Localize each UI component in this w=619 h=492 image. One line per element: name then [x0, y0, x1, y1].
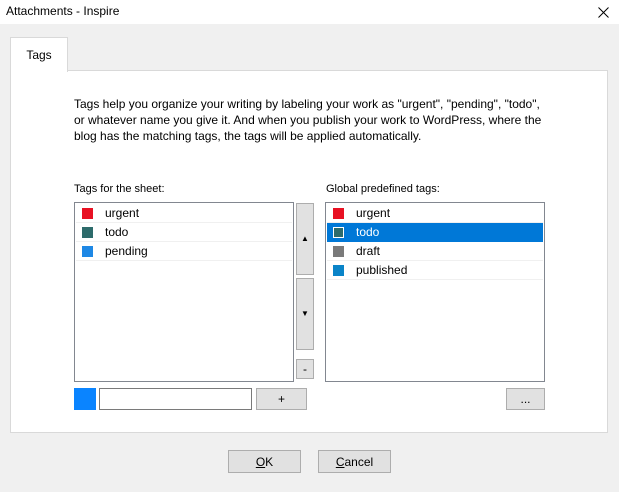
sheet-tag-label: todo	[105, 225, 129, 239]
ok-button-label: OK	[255, 454, 274, 469]
close-icon	[598, 6, 609, 18]
tag-color-swatch	[82, 245, 93, 257]
tag-color-swatch	[333, 245, 344, 257]
sheet-tag-item-todo[interactable]: todo	[76, 223, 292, 242]
global-tag-item-draft[interactable]: draft	[327, 242, 543, 261]
tag-color-swatch	[82, 226, 93, 238]
close-button[interactable]	[588, 0, 619, 24]
global-tag-label: todo	[356, 225, 380, 239]
tab-tags[interactable]: Tags	[10, 37, 68, 72]
global-tag-item-urgent[interactable]: urgent	[327, 204, 543, 223]
sheet-tags-list[interactable]: urgent todo pending	[74, 202, 294, 382]
ok-button[interactable]: OK	[228, 450, 301, 473]
move-down-button[interactable]: ▼	[296, 278, 314, 350]
tab-tags-label: Tags	[26, 48, 52, 62]
tag-color-swatch	[333, 226, 344, 238]
global-tags-label: Global predefined tags:	[326, 183, 440, 195]
remove-tag-label: -	[303, 362, 307, 376]
triangle-up-icon: ▲	[301, 234, 309, 243]
window-title: Attachments - Inspire	[6, 4, 120, 18]
sheet-tags-label: Tags for the sheet:	[74, 183, 165, 195]
more-button-label: ...	[520, 392, 531, 406]
global-tag-label: urgent	[356, 206, 391, 220]
global-tag-item-published[interactable]: published	[327, 261, 543, 280]
tag-color-swatch	[82, 207, 93, 219]
sheet-tag-item-urgent[interactable]: urgent	[76, 204, 292, 223]
cancel-button-label: Cancel	[335, 454, 374, 469]
global-tag-label: draft	[356, 244, 381, 258]
global-tag-label: published	[356, 263, 408, 277]
remove-tag-button[interactable]: -	[296, 359, 314, 379]
new-tag-input[interactable]	[99, 388, 252, 410]
triangle-down-icon: ▼	[301, 309, 309, 318]
tag-color-swatch	[333, 207, 344, 219]
add-tag-button[interactable]: +	[256, 388, 307, 410]
add-tag-label: +	[277, 392, 285, 406]
move-up-button[interactable]: ▲	[296, 203, 314, 275]
global-tags-list[interactable]: urgent todo draft published	[325, 202, 545, 382]
sheet-tag-label: urgent	[105, 206, 140, 220]
description-text: Tags help you organize your writing by l…	[74, 97, 542, 143]
sheet-tag-item-pending[interactable]: pending	[76, 242, 292, 261]
new-tag-color-button[interactable]	[74, 388, 96, 410]
more-button[interactable]: ...	[506, 388, 545, 410]
tag-color-swatch	[333, 264, 344, 276]
global-tag-item-todo[interactable]: todo	[327, 223, 543, 242]
cancel-button[interactable]: Cancel	[318, 450, 391, 473]
sheet-tag-label: pending	[105, 244, 148, 258]
